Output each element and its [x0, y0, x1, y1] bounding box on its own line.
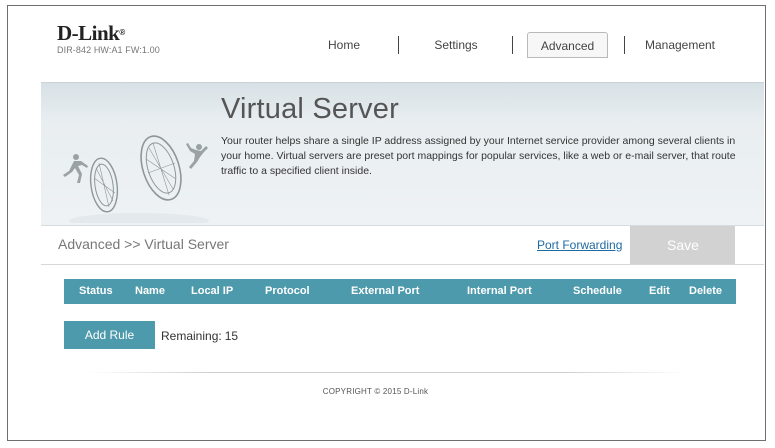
breadcrumb: Advanced >> Virtual Server — [58, 236, 229, 252]
trademark-mark: ® — [119, 28, 125, 37]
port-forwarding-link[interactable]: Port Forwarding — [537, 238, 622, 252]
remaining-count: 15 — [224, 329, 239, 343]
page-banner: Virtual Server Your router helps share a… — [41, 82, 764, 226]
add-rule-button[interactable]: Add Rule — [64, 321, 155, 349]
remaining-label: Remaining: — [161, 329, 222, 343]
column-header-internal-port: Internal Port — [467, 285, 532, 297]
nav-divider — [512, 36, 513, 54]
column-header-schedule: Schedule — [573, 285, 622, 297]
copyright-text: COPYRIGHT © 2015 D-Link — [322, 387, 429, 396]
remaining-rules: Remaining: 15 — [161, 329, 238, 343]
column-header-external-port: External Port — [351, 285, 420, 297]
column-header-delete: Delete — [689, 285, 723, 297]
brand-name: D-Link — [57, 21, 120, 45]
copyright-notice: COPYRIGHT © 2015 D-Link — [0, 387, 775, 396]
column-header-name: Name — [135, 285, 165, 297]
column-header-protocol: Protocol — [265, 285, 310, 297]
footer-divider — [87, 372, 687, 373]
subbar-bottom-border — [41, 264, 764, 265]
virtual-server-illustration-icon — [63, 135, 209, 223]
nav-divider — [398, 36, 399, 54]
nav-management[interactable]: Management — [640, 32, 720, 58]
model-info: DIR-842 HW:A1 FW:1.00 — [57, 45, 160, 55]
column-header-local-ip: Local IP — [191, 285, 234, 297]
nav-advanced[interactable]: Advanced — [527, 32, 608, 58]
nav-home[interactable]: Home — [316, 32, 372, 58]
page-title: Virtual Server — [221, 93, 399, 125]
save-button[interactable]: Save — [631, 226, 735, 264]
nav-settings[interactable]: Settings — [424, 32, 488, 58]
column-header-edit: Edit — [649, 285, 670, 297]
column-header-status: Status — [79, 285, 113, 297]
nav-divider — [624, 36, 625, 54]
page-description: Your router helps share a single IP addr… — [221, 135, 736, 177]
rules-table-header: Status Name Local IP Protocol External P… — [64, 279, 736, 304]
dlink-logo: D-Link® DIR-842 HW:A1 FW:1.00 — [57, 22, 160, 55]
